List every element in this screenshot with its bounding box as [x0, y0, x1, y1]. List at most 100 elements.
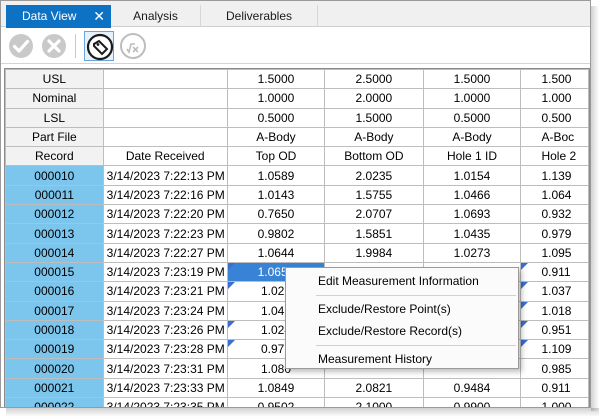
header-value-cell: 1.0000: [422, 88, 522, 109]
date-received-cell[interactable]: 3/14/2023 7:23:31 PM: [102, 358, 228, 379]
measurement-cell[interactable]: 1.5851: [324, 223, 424, 244]
close-icon[interactable]: ✕: [93, 5, 105, 27]
header-value-cell: Top OD: [226, 146, 326, 167]
record-cell[interactable]: 000016: [5, 281, 104, 302]
measurement-cell[interactable]: 1.0644: [226, 242, 326, 263]
measurement-cell[interactable]: 1.037: [520, 281, 589, 302]
header-row-label: LSL: [5, 107, 104, 128]
menu-item-exclude-restore-records[interactable]: Exclude/Restore Record(s): [286, 321, 518, 341]
window-shadow-bottom: [6, 408, 599, 417]
measurement-cell[interactable]: 1.064: [520, 184, 589, 206]
date-received-cell[interactable]: 3/14/2023 7:22:16 PM: [102, 184, 228, 206]
tab-analysis[interactable]: Analysis: [113, 5, 198, 27]
header-row: LSL 0.5000 1.5000 0.5000 0.500: [5, 107, 589, 128]
menu-item-measurement-history[interactable]: Measurement History: [286, 349, 518, 369]
table-row[interactable]: 000014 3/14/2023 7:22:27 PM 1.0644 1.9984 1.…: [5, 242, 589, 263]
record-cell[interactable]: 000022: [5, 397, 104, 407]
date-received-cell[interactable]: 3/14/2023 7:22:13 PM: [102, 165, 228, 186]
date-received-cell[interactable]: 3/14/2023 7:22:23 PM: [102, 223, 228, 244]
date-received-cell[interactable]: 3/14/2023 7:23:33 PM: [102, 377, 228, 399]
context-menu: Edit Measurement Information Exclude/Res…: [285, 267, 519, 369]
record-cell[interactable]: 000012: [5, 204, 104, 225]
measurement-cell[interactable]: 1.000: [520, 397, 589, 407]
menu-separator: [316, 345, 516, 346]
record-cell[interactable]: 000017: [5, 300, 104, 321]
header-value-cell: 0.5000: [226, 107, 326, 128]
measurement-cell[interactable]: 0.7650: [226, 204, 326, 225]
menu-item-exclude-restore-points[interactable]: Exclude/Restore Point(s): [286, 299, 518, 319]
record-cell[interactable]: 000011: [5, 184, 104, 206]
measurement-cell[interactable]: 1.0693: [422, 204, 522, 225]
tag-button[interactable]: [84, 31, 114, 61]
measurement-cell[interactable]: 1.0154: [422, 165, 522, 186]
exclude-formula-button[interactable]: [118, 31, 148, 61]
record-cell[interactable]: 000018: [5, 319, 104, 341]
record-cell[interactable]: 000021: [5, 377, 104, 399]
measurement-cell[interactable]: 2.0235: [324, 165, 424, 186]
measurement-cell[interactable]: 0.9484: [422, 377, 522, 399]
measurement-cell[interactable]: 2.1000: [324, 397, 424, 407]
table-row[interactable]: 000012 3/14/2023 7:22:20 PM 0.7650 2.0707 1.…: [5, 204, 589, 225]
measurement-cell[interactable]: 0.985: [520, 358, 589, 379]
measurement-cell[interactable]: 1.095: [520, 242, 589, 263]
tab-data-view[interactable]: Data View ✕: [6, 5, 111, 28]
measurement-cell[interactable]: 1.109: [520, 339, 589, 360]
table-row[interactable]: 000013 3/14/2023 7:22:23 PM 0.9802 1.5851 1.…: [5, 223, 589, 244]
header-date-cell: Date Received: [102, 146, 228, 167]
header-date-cell: [102, 69, 228, 90]
record-cell[interactable]: 000020: [5, 358, 104, 379]
measurement-cell[interactable]: 1.139: [520, 165, 589, 186]
record-cell[interactable]: 000015: [5, 261, 104, 283]
measurement-cell[interactable]: 1.0273: [422, 242, 522, 263]
toolbar-separator: [75, 34, 76, 58]
header-value-cell: A-Body: [422, 126, 522, 148]
measurement-cell[interactable]: 0.9900: [422, 397, 522, 407]
table-row[interactable]: 000011 3/14/2023 7:22:16 PM 1.0143 1.5755 1.…: [5, 184, 589, 206]
date-received-cell[interactable]: 3/14/2023 7:23:26 PM: [102, 319, 228, 341]
date-received-cell[interactable]: 3/14/2023 7:22:20 PM: [102, 204, 228, 225]
record-cell[interactable]: 000014: [5, 242, 104, 263]
menu-item-edit-measurement-information[interactable]: Edit Measurement Information: [286, 271, 518, 291]
date-received-cell[interactable]: 3/14/2023 7:23:24 PM: [102, 300, 228, 321]
reject-button[interactable]: [39, 31, 69, 61]
record-cell[interactable]: 000019: [5, 339, 104, 360]
header-value-cell: 1.000: [520, 88, 589, 109]
date-received-cell[interactable]: 3/14/2023 7:23:28 PM: [102, 339, 228, 360]
measurement-cell[interactable]: 1.0849: [226, 377, 326, 399]
measurement-cell[interactable]: 1.0435: [422, 223, 522, 244]
measurement-cell[interactable]: 0.911: [520, 261, 589, 283]
accept-button[interactable]: [6, 31, 36, 61]
table-row[interactable]: 000010 3/14/2023 7:22:13 PM 1.0589 2.0235 1.…: [5, 165, 589, 186]
header-row-label: Record: [5, 146, 104, 167]
table-row[interactable]: 000022 3/14/2023 7:23:35 PM 0.9502 2.1000 0.…: [5, 397, 589, 407]
measurement-cell[interactable]: 1.018: [520, 300, 589, 321]
measurement-cell[interactable]: 0.979: [520, 223, 589, 244]
header-value-cell: Hole 2: [520, 146, 589, 167]
date-received-cell[interactable]: 3/14/2023 7:23:19 PM: [102, 261, 228, 283]
header-value-cell: 1.5000: [226, 69, 326, 90]
measurement-cell[interactable]: 1.0466: [422, 184, 522, 206]
date-received-cell[interactable]: 3/14/2023 7:23:35 PM: [102, 397, 228, 407]
measurement-cell[interactable]: 0.932: [520, 204, 589, 225]
window-shadow-right: [591, 6, 599, 411]
tab-deliverables[interactable]: Deliverables: [200, 5, 318, 27]
measurement-cell[interactable]: 0.951: [520, 319, 589, 341]
tag-icon: [86, 33, 114, 61]
header-row: Part File A-Body A-Body A-Body A-Boc: [5, 126, 589, 148]
date-received-cell[interactable]: 3/14/2023 7:23:21 PM: [102, 281, 228, 302]
header-value-cell: 1.5000: [324, 107, 424, 128]
record-cell[interactable]: 000013: [5, 223, 104, 244]
measurement-cell[interactable]: 1.5755: [324, 184, 424, 206]
measurement-cell[interactable]: 1.9984: [324, 242, 424, 263]
header-value-cell: Bottom OD: [324, 146, 424, 167]
measurement-cell[interactable]: 0.9502: [226, 397, 326, 407]
measurement-cell[interactable]: 0.911: [520, 377, 589, 399]
measurement-cell[interactable]: 2.0821: [324, 377, 424, 399]
table-row[interactable]: 000021 3/14/2023 7:23:33 PM 1.0849 2.0821 0.…: [5, 377, 589, 399]
date-received-cell[interactable]: 3/14/2023 7:22:27 PM: [102, 242, 228, 263]
measurement-cell[interactable]: 1.0589: [226, 165, 326, 186]
measurement-cell[interactable]: 1.0143: [226, 184, 326, 206]
record-cell[interactable]: 000010: [5, 165, 104, 186]
measurement-cell[interactable]: 2.0707: [324, 204, 424, 225]
measurement-cell[interactable]: 0.9802: [226, 223, 326, 244]
